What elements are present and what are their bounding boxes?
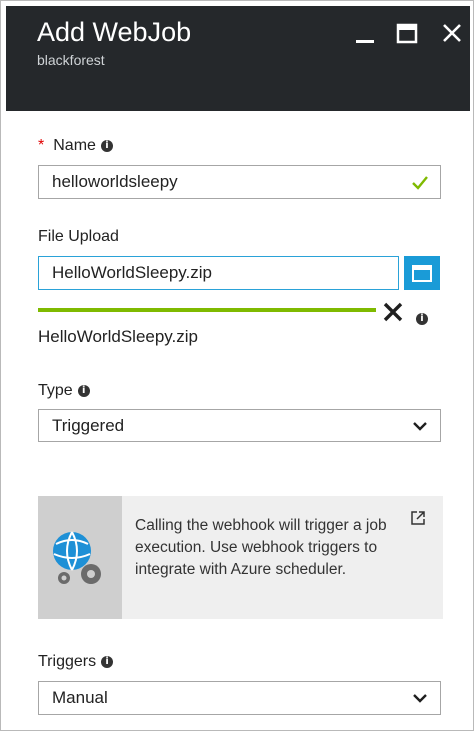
chevron-down-icon <box>413 422 427 431</box>
name-input[interactable]: helloworldsleepy <box>38 165 441 199</box>
blade-header: Add WebJob blackforest <box>6 6 470 111</box>
type-select-value: Triggered <box>52 415 125 435</box>
info-icon[interactable]: i <box>100 140 113 152</box>
file-upload-label-text: File Upload <box>38 228 119 245</box>
type-label-text: Type <box>38 382 73 399</box>
triggers-select[interactable]: Manual <box>38 681 441 715</box>
triggers-label-text: Triggers <box>38 653 97 670</box>
maximize-icon <box>396 23 418 44</box>
name-input-value: helloworldsleepy <box>52 172 178 191</box>
minimize-button[interactable] <box>355 22 375 46</box>
cancel-upload-icon <box>383 302 403 322</box>
file-upload-input-value: HelloWorldSleepy.zip <box>52 263 212 282</box>
maximize-button[interactable] <box>396 22 418 46</box>
triggers-info-icon[interactable]: i <box>101 656 114 668</box>
upload-progress-bar <box>38 308 376 312</box>
required-marker: * <box>38 137 45 154</box>
close-icon <box>443 24 461 42</box>
name-label-text: Name <box>53 137 96 154</box>
webhook-info-box: Calling the webhook will trigger a job e… <box>38 496 443 619</box>
upload-info-icon[interactable]: i <box>416 313 428 325</box>
blade-subtitle: blackforest <box>37 52 105 68</box>
blade-title: Add WebJob <box>37 17 192 47</box>
uploaded-file-name: HelloWorldSleepy.zip <box>38 327 198 346</box>
checkmark-icon <box>412 176 428 190</box>
folder-icon <box>412 265 432 282</box>
name-label: * Name i <box>38 137 113 155</box>
type-info-icon[interactable]: i <box>77 385 90 397</box>
add-webjob-blade: Add WebJob blackforest * Name i hellowor… <box>0 0 474 731</box>
type-select[interactable]: Triggered <box>38 409 441 442</box>
cancel-upload-button[interactable] <box>381 300 405 329</box>
minimize-icon <box>356 40 374 43</box>
browse-button[interactable] <box>404 256 440 290</box>
chevron-down-icon <box>413 694 427 703</box>
webhook-gears-icon <box>53 531 101 584</box>
type-label: Type i <box>38 382 90 400</box>
webhook-info-text: Calling the webhook will trigger a job e… <box>135 517 387 578</box>
file-upload-label: File Upload <box>38 228 119 246</box>
close-button[interactable] <box>442 22 462 46</box>
external-link-icon <box>411 511 425 525</box>
external-link-button[interactable] <box>410 510 426 531</box>
webhook-icon-cell <box>38 496 122 619</box>
triggers-label: Triggers i <box>38 653 114 671</box>
triggers-select-value: Manual <box>52 688 108 707</box>
file-upload-input[interactable]: HelloWorldSleepy.zip <box>38 256 399 290</box>
